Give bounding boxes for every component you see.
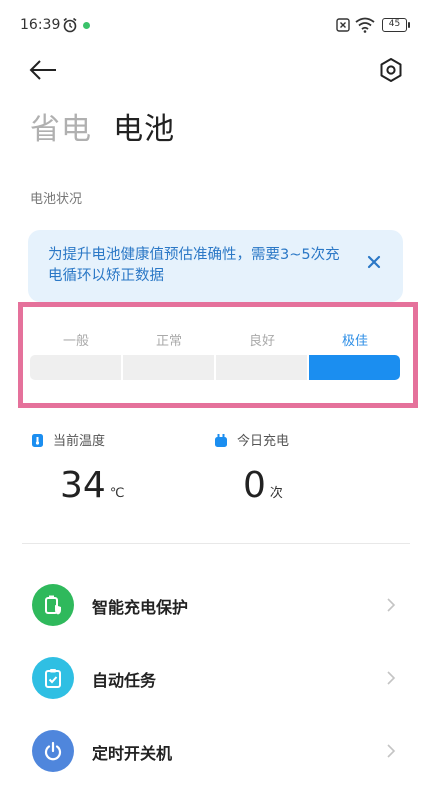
- charge-count-stat: 今日充电 0次: [215, 430, 290, 506]
- temperature-unit: ℃: [109, 486, 125, 501]
- alarm-clock-icon: [63, 17, 77, 33]
- battery-shield-icon: [32, 584, 74, 626]
- level-segment-excellent: [309, 355, 400, 380]
- wifi-icon: [355, 17, 375, 33]
- chevron-right-icon: [387, 744, 396, 758]
- level-label-excellent: 极佳: [341, 334, 368, 349]
- tip-card: 为提升电池健康值预估准确性，需要3~5次充电循环以矫正数据: [28, 230, 403, 302]
- notification-dot-icon: [83, 22, 90, 29]
- menu-label: 定时开关机: [92, 744, 173, 763]
- clipboard-check-icon: [32, 657, 74, 699]
- menu-item-smart-charging-protection[interactable]: 智能充电保护: [0, 570, 430, 640]
- menu-label: 智能充电保护: [92, 598, 189, 617]
- health-level-labels: 一般 正常 良好 极佳: [30, 330, 402, 350]
- section-label-battery-status: 电池状况: [30, 192, 83, 207]
- level-label-normal: 正常: [155, 334, 182, 349]
- tab-battery[interactable]: 电池: [113, 112, 175, 147]
- menu-item-scheduled-power[interactable]: 定时开关机: [0, 716, 430, 786]
- charge-count-value: 0: [243, 465, 266, 506]
- level-label-fair: 一般: [62, 334, 89, 349]
- charge-count-label: 今日充电: [237, 434, 290, 449]
- menu-item-auto-tasks[interactable]: 自动任务: [0, 643, 430, 713]
- level-label-good: 良好: [248, 334, 275, 349]
- temperature-label: 当前温度: [53, 434, 106, 449]
- health-level-bar: [30, 355, 402, 380]
- level-segment-good: [216, 355, 307, 380]
- power-icon: [32, 730, 74, 772]
- tip-text: 为提升电池健康值预估准确性，需要3~5次充电循环以矫正数据: [48, 247, 340, 284]
- settings-icon[interactable]: [378, 57, 404, 83]
- status-time: 16:39: [20, 17, 61, 33]
- status-bar: 16:39 45: [0, 0, 430, 44]
- charge-count-unit: 次: [269, 486, 283, 501]
- level-segment-normal: [123, 355, 214, 380]
- charging-plug-icon: [215, 434, 227, 447]
- chevron-right-icon: [387, 598, 396, 612]
- level-segment-fair: [30, 355, 121, 380]
- temperature-value: 34: [60, 465, 106, 506]
- chevron-right-icon: [387, 671, 396, 685]
- temperature-stat: 当前温度 34 ℃: [32, 430, 125, 506]
- back-arrow-icon[interactable]: [28, 58, 58, 82]
- battery-icon: 45: [382, 18, 410, 32]
- divider: [22, 543, 410, 544]
- close-icon[interactable]: [367, 255, 381, 269]
- no-sim-icon: [336, 18, 350, 32]
- title-tabs: 省电 电池: [30, 104, 175, 148]
- thermometer-icon: [32, 434, 43, 447]
- tab-power-saving[interactable]: 省电: [30, 112, 92, 147]
- menu-label: 自动任务: [92, 671, 157, 690]
